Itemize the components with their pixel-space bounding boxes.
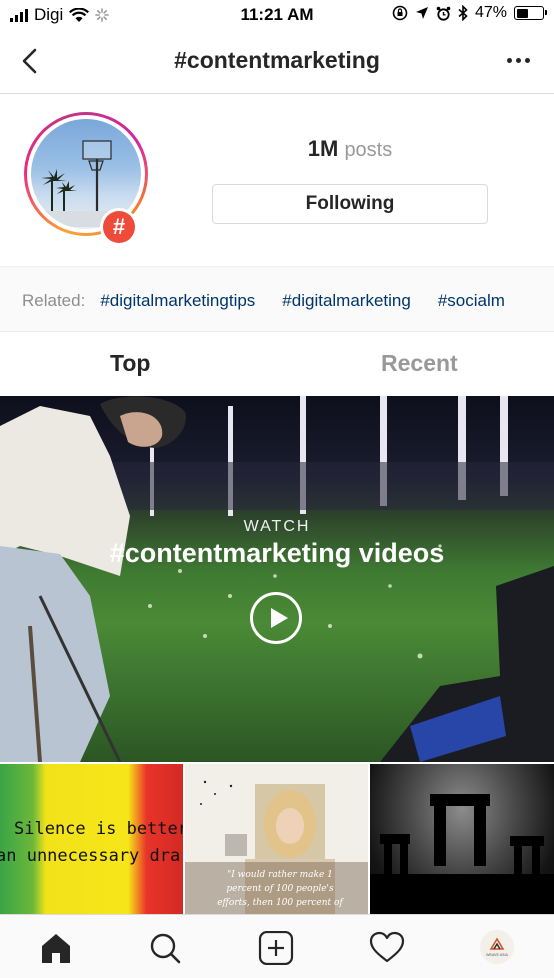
tab-recent[interactable]: Recent: [381, 350, 458, 377]
grid-post-quote: "I would rather make 1 percent of 100 pe…: [217, 870, 343, 908]
status-bar: Digi 11:21 AM 47%: [0, 0, 554, 30]
related-tag-link[interactable]: #digitalmarketingtips: [100, 291, 255, 311]
grid-post-caption: Silence is better an unnecessary dra: [0, 816, 183, 870]
status-right: 47%: [392, 4, 547, 22]
grid-post-image: [370, 794, 554, 914]
related-hashtags-bar: Related: #digitalmarketingtips #digitalm…: [0, 266, 554, 332]
hashtag-badge: #: [100, 208, 138, 246]
tab-top[interactable]: Top: [110, 350, 150, 377]
post-count: 1M posts: [212, 136, 488, 162]
nav-header: #contentmarketing: [0, 30, 554, 94]
video-title: #contentmarketing videos: [109, 538, 445, 568]
page-title: #contentmarketing: [174, 47, 380, 73]
tab-home[interactable]: [38, 931, 74, 965]
related-tag-link[interactable]: #digitalmarketing: [282, 291, 411, 311]
add-post-icon: [258, 930, 294, 966]
play-icon[interactable]: [250, 592, 302, 644]
alarm-icon: [436, 6, 451, 21]
hashtag-badge-icon: #: [103, 211, 135, 243]
more-options-button[interactable]: [507, 58, 530, 63]
profile-logo-text: WEAVE ASIA: [486, 953, 508, 957]
bluetooth-icon: [458, 5, 468, 21]
grid-post[interactable]: [370, 764, 554, 914]
tab-activity[interactable]: [369, 931, 405, 965]
video-thumbnail: [0, 396, 554, 762]
hashtag-profile: # 1M posts Following: [0, 94, 554, 266]
watch-videos-banner[interactable]: WATCH #contentmarketing videos: [0, 396, 554, 762]
tab-new-post[interactable]: [258, 930, 294, 966]
home-icon: [42, 934, 70, 963]
more-dots-icon: [507, 58, 512, 63]
location-icon: [415, 7, 428, 19]
battery-percent: 47%: [474, 4, 507, 21]
bottom-tab-bar: WEAVE ASIA: [0, 914, 554, 978]
rotation-lock-icon: [392, 5, 408, 21]
post-count-label: posts: [344, 139, 393, 161]
related-tag-link[interactable]: #socialm: [438, 291, 505, 311]
feed-tabs: Top Recent: [0, 332, 554, 396]
following-button[interactable]: Following: [212, 184, 488, 224]
profile-avatar: WEAVE ASIA: [480, 930, 514, 964]
tab-search[interactable]: [147, 931, 183, 965]
tab-profile[interactable]: WEAVE ASIA: [480, 930, 514, 964]
battery-icon: [514, 6, 547, 20]
battery-level-fill: [516, 8, 529, 18]
grid-post[interactable]: Silence is better an unnecessary dra: [0, 764, 183, 914]
post-grid: Silence is better an unnecessary dra "I …: [0, 764, 554, 914]
video-eyebrow: WATCH: [243, 518, 311, 535]
heart-icon: [369, 931, 405, 963]
post-count-value: 1M: [307, 136, 339, 161]
grid-post[interactable]: "I would rather make 1 percent of 100 pe…: [185, 764, 368, 914]
grid-post-caption-line: an unnecessary dra: [0, 846, 181, 866]
grid-post-caption-line: Silence is better: [14, 819, 183, 839]
related-label: Related:: [22, 291, 86, 310]
search-icon: [150, 933, 181, 964]
